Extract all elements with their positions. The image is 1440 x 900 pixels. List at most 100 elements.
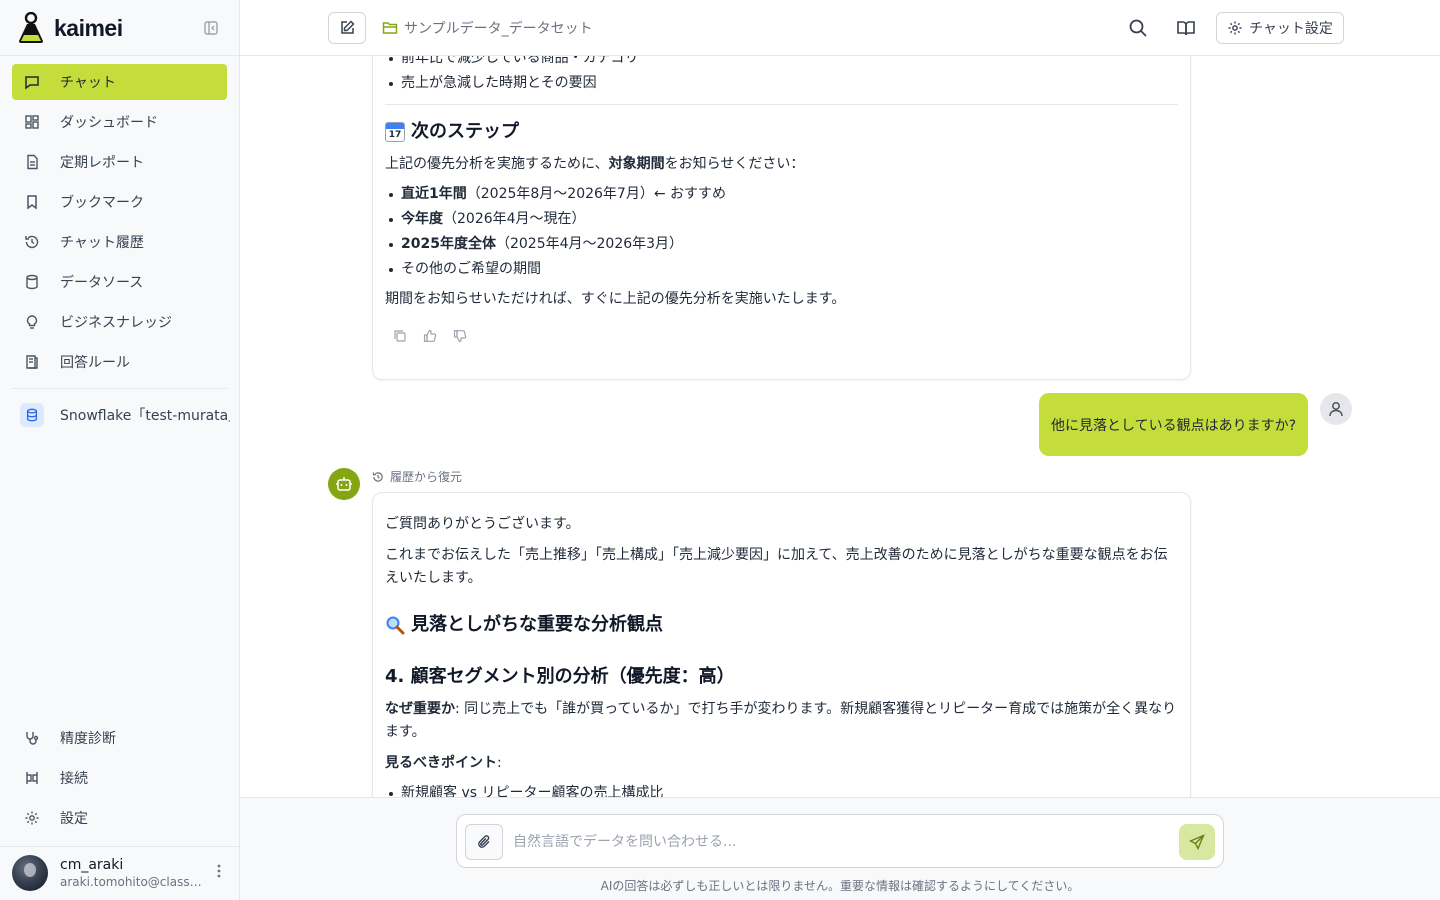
sidebar-item-label: 接続 xyxy=(60,771,88,787)
user-email: araki.tomohito@classmethod.jp xyxy=(60,875,205,889)
sidebar-item-dashboard[interactable]: ダッシュボード xyxy=(12,104,227,140)
sidebar-item-label: 設定 xyxy=(60,811,88,827)
sidebar-item-rules[interactable]: 回答ルール xyxy=(12,344,227,380)
sidebar-bottom-nav: 精度診断 接続 設定 xyxy=(12,720,227,840)
composer xyxy=(456,814,1224,868)
sidebar-item-label: 回答ルール xyxy=(60,355,130,371)
search-button[interactable] xyxy=(1126,16,1150,40)
sidebar-item-label: ビジネスナレッジ xyxy=(60,315,172,331)
docs-button[interactable] xyxy=(1174,16,1198,40)
sidebar-item-knowledge[interactable]: ビジネスナレッジ xyxy=(12,304,227,340)
copy-icon[interactable] xyxy=(393,329,407,347)
user-profile[interactable]: cm_araki araki.tomohito@classmethod.jp xyxy=(12,855,232,891)
sidebar-item-bookmarks[interactable]: ブックマーク xyxy=(12,184,227,220)
chat-thread[interactable]: 前年比で減少している商品・カテゴリ 売上が急減した時期とその要因 17 次のステ… xyxy=(240,56,1440,797)
restore-label: 履歴から復元 xyxy=(372,468,462,485)
user-info: cm_araki araki.tomohito@classmethod.jp xyxy=(60,856,205,890)
list-item: 売上が急減した時期とその要因 xyxy=(385,71,1178,96)
sidebar-item-label: データソース xyxy=(60,275,144,291)
collapse-sidebar-button[interactable] xyxy=(201,18,221,38)
subsection-heading: 4. 顧客セグメント別の分析（優先度：高） xyxy=(385,666,735,687)
sidebar-item-label: 定期レポート xyxy=(60,155,144,171)
query-input[interactable] xyxy=(513,829,1153,855)
book-open-icon xyxy=(1177,21,1195,36)
attach-button[interactable] xyxy=(465,824,503,860)
avatar xyxy=(12,855,48,891)
search-icon xyxy=(1129,19,1147,37)
database-icon xyxy=(20,403,44,427)
top-header: サンプルデータ_データセット チャット設定 xyxy=(240,0,1440,56)
gear-icon xyxy=(24,810,40,826)
folder-icon xyxy=(382,20,398,36)
paragraph: ご質問ありがとうございます。 xyxy=(385,516,580,532)
sidebar-item-diagnosis[interactable]: 精度診断 xyxy=(12,720,227,756)
send-icon xyxy=(1189,834,1205,850)
paperclip-icon xyxy=(478,835,490,848)
send-button[interactable] xyxy=(1179,824,1215,860)
gear-icon xyxy=(1228,21,1242,35)
assistant-message: 前年比で減少している商品・カテゴリ 売上が急減した時期とその要因 17 次のステ… xyxy=(372,56,1191,380)
robot-icon xyxy=(336,477,352,491)
sidebar-item-reports[interactable]: 定期レポート xyxy=(12,144,227,180)
sidebar-item-label: ブックマーク xyxy=(60,195,144,211)
report-icon xyxy=(24,154,40,170)
user-icon xyxy=(1329,402,1343,417)
chat-icon xyxy=(24,74,40,90)
sidebar-item-connection[interactable]: 接続 xyxy=(12,760,227,796)
sidebar-item-datasource[interactable]: データソース xyxy=(12,264,227,300)
list-item: 前年比で減少している商品・カテゴリ xyxy=(385,56,1178,71)
list-item: 今年度（2026年4月〜現在） xyxy=(385,207,1178,232)
user-avatar xyxy=(1320,393,1352,425)
sidebar-item-history[interactable]: チャット履歴 xyxy=(12,224,227,260)
sidebar-item-label: チャット履歴 xyxy=(60,235,144,251)
magnifier-icon xyxy=(386,616,405,635)
database-icon xyxy=(24,274,40,290)
thumbs-up-icon[interactable] xyxy=(423,329,437,347)
connection-icon xyxy=(24,770,40,786)
list-item: その他のご希望の期間 xyxy=(385,257,1178,282)
more-vertical-icon[interactable] xyxy=(212,863,226,883)
paragraph: 見るべきポイント: xyxy=(385,755,502,771)
list-item: 新規顧客 vs リピーター顧客の売上構成比 xyxy=(385,781,1178,797)
divider xyxy=(385,104,1178,105)
sidebar-divider xyxy=(0,55,239,56)
history-icon xyxy=(24,234,40,250)
brand-logo[interactable]: kaimei xyxy=(16,10,123,46)
message-actions xyxy=(385,329,1178,347)
stethoscope-icon xyxy=(24,730,40,746)
new-chat-button[interactable] xyxy=(328,12,366,44)
sidebar-item-label: ダッシュボード xyxy=(60,115,158,131)
list-item: 2025年度全体（2025年4月〜2026年3月） xyxy=(385,232,1178,257)
sidebar-item-settings[interactable]: 設定 xyxy=(12,800,227,836)
brand-name: kaimei xyxy=(54,14,123,41)
sidebar: kaimei チャット ダッシュボード 定期レポート ブックマーク チャット履歴… xyxy=(0,0,240,900)
paragraph: これまでお伝えした「売上推移」「売上構成」「売上減少要因」に加えて、売上改善のた… xyxy=(385,547,1168,586)
history-icon xyxy=(372,471,383,482)
sidebar-collapse-icon xyxy=(204,21,218,35)
dashboard-icon xyxy=(24,114,40,130)
dataset-name: サンプルデータ_データセット xyxy=(404,21,593,37)
sidebar-nav: チャット ダッシュボード 定期レポート ブックマーク チャット履歴 データソース… xyxy=(12,64,227,384)
lightbulb-icon xyxy=(24,314,40,330)
paragraph: なぜ重要か: 同じ売上でも「誰が買っているか」で打ち手が変わります。新規顧客獲得… xyxy=(385,701,1177,740)
bookmark-icon xyxy=(24,194,40,210)
user-message-text: 他に見落としている観点はありますか? xyxy=(1050,417,1296,434)
paragraph: 期間をお知らせいただければ、すぐに上記の優先分析を実施いたします。 xyxy=(385,291,846,307)
disclaimer: AIの回答は必ずしも正しいとは限りません。重要な情報は確認するようにしてください… xyxy=(600,879,1080,893)
paragraph: 上記の優先分析を実施するために、対象期間をお知らせください： xyxy=(385,156,805,172)
dataset-selector[interactable]: サンプルデータ_データセット xyxy=(382,18,593,38)
user-name: cm_araki xyxy=(60,857,124,873)
kaimei-logo-icon xyxy=(19,12,43,43)
thumbs-down-icon[interactable] xyxy=(453,329,467,347)
section-heading: 17 次のステップ xyxy=(385,119,1178,145)
sidebar-item-label: チャット xyxy=(60,75,116,91)
chat-settings-label: チャット設定 xyxy=(1249,21,1333,37)
datasource-label: Snowflake「test-murata」 xyxy=(60,408,230,424)
user-message: 他に見落としている観点はありますか? xyxy=(1039,393,1308,456)
datasource-item[interactable]: Snowflake「test-murata」 xyxy=(20,403,230,427)
composer-area: AIの回答は必ずしも正しいとは限りません。重要な情報は確認するようにしてください… xyxy=(240,797,1440,900)
sidebar-item-chat[interactable]: チャット xyxy=(12,64,227,100)
list: 新規顧客 vs リピーター顧客の売上構成比 xyxy=(385,781,1178,797)
rules-icon xyxy=(24,354,40,370)
chat-settings-button[interactable]: チャット設定 xyxy=(1216,12,1344,44)
